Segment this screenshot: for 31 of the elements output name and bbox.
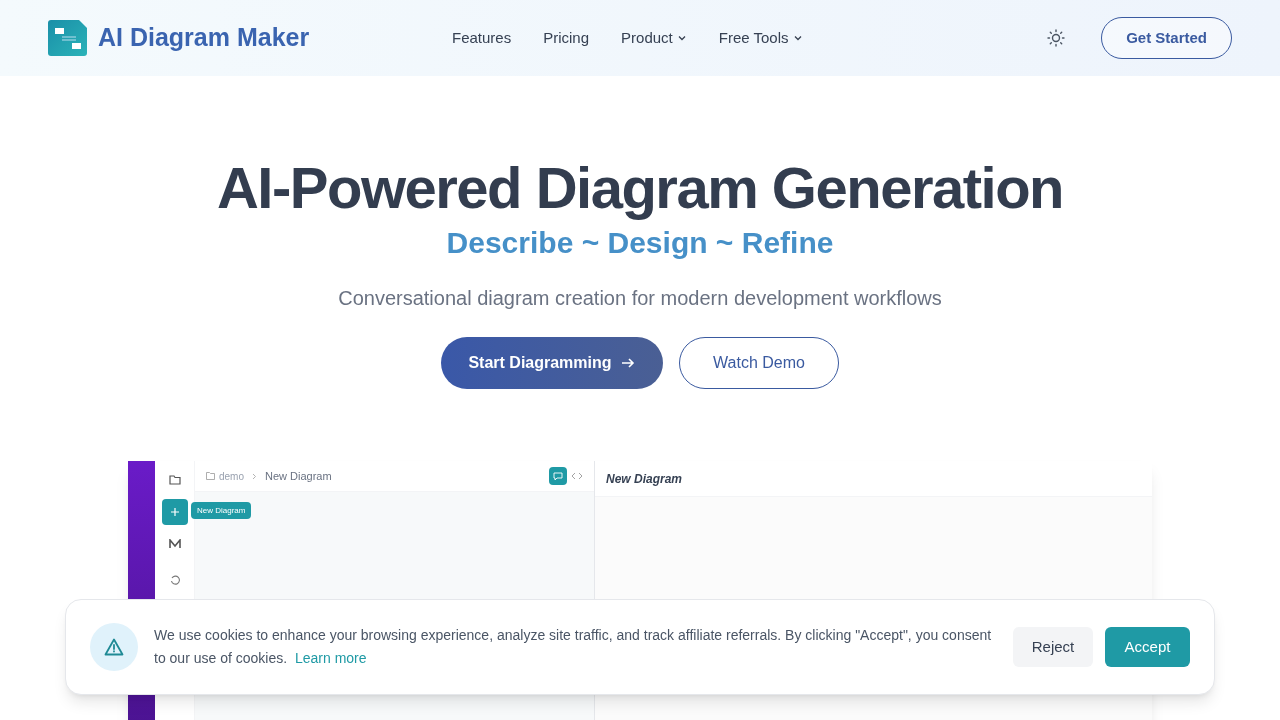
plus-icon <box>170 508 179 516</box>
hero-tagline: Describe ~ Design ~ Refine <box>446 225 834 261</box>
learn-more-link[interactable]: Learn more <box>294 650 367 666</box>
logo-text: AI Diagram Maker <box>98 22 310 54</box>
nav-link[interactable]: Free Tools <box>718 26 803 50</box>
code-icon[interactable] <box>571 472 583 480</box>
chat-button[interactable] <box>549 467 567 485</box>
panel-title: New Diagram <box>606 470 683 488</box>
tooltip: New Diagram <box>191 502 252 519</box>
sun-icon[interactable] <box>1047 29 1066 47</box>
nav-link[interactable]: Product <box>621 26 687 50</box>
warning-icon <box>104 638 124 656</box>
chat-icon <box>553 471 563 481</box>
m-logo-icon[interactable] <box>168 539 181 549</box>
cookie-message: We use cookies to enhance your browsing experience, analyze site traffic, and track affiliate referrals. By clicking "Accept", you consent to our use of cookies. Learn more <box>154 626 993 668</box>
folder-icon[interactable] <box>168 475 181 485</box>
reject-button[interactable]: Reject <box>1013 627 1093 667</box>
chevron-right-icon <box>252 472 257 480</box>
hero-title: AI-Powered Diagram Generation <box>216 154 1063 222</box>
folder-icon <box>206 472 215 480</box>
refresh-icon[interactable] <box>169 575 180 585</box>
add-button[interactable] <box>161 499 188 525</box>
logo-icon <box>48 20 90 56</box>
start-diagramming-button[interactable]: Start Diagramming <box>441 337 663 389</box>
get-started-button[interactable]: Get Started <box>1101 17 1232 59</box>
breadcrumb-page: New Diagram <box>265 468 332 484</box>
chevron-down-icon <box>792 33 803 43</box>
chevron-down-icon <box>676 33 687 43</box>
hero-description: Conversational diagram creation for modern development workflows <box>338 286 942 311</box>
nav-link[interactable]: Pricing <box>543 26 590 50</box>
nav-link[interactable]: Features <box>452 26 512 50</box>
